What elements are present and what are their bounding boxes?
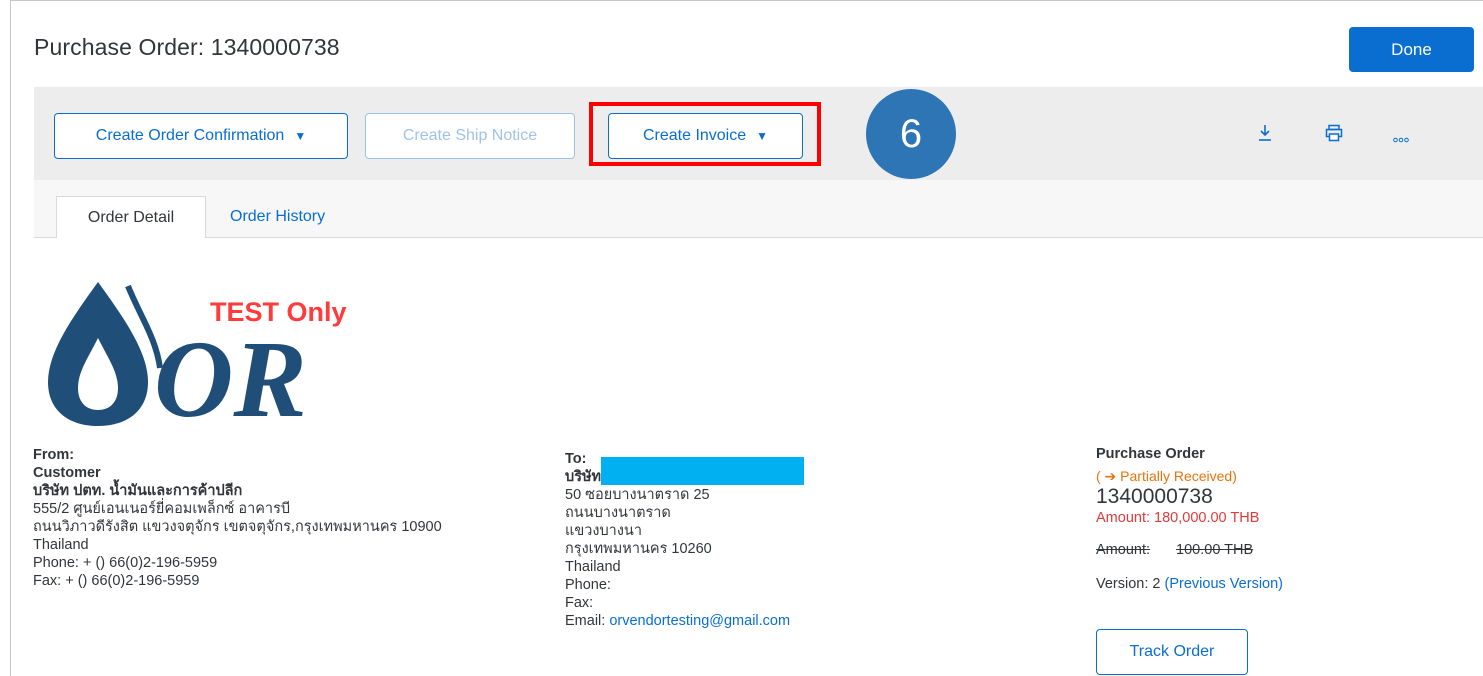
po-heading: Purchase Order: [1096, 446, 1205, 462]
to-address: To: บริษัท 50 ซอยบางนาตราด 25 ถนนบางนาตร…: [565, 450, 855, 630]
from-company: บริษัท ปตท. น้ำมันและการค้าปลีก: [33, 483, 243, 499]
create-order-confirmation-button[interactable]: Create Order Confirmation ▼: [54, 113, 348, 159]
previous-version-link[interactable]: (Previous Version): [1165, 576, 1283, 592]
from-heading: From:: [33, 447, 75, 463]
from-address-line-2: ถนนวิภาวดีรังสิต แขวงจตุจักร เขตจตุจักร,…: [33, 519, 442, 535]
to-country: Thailand: [565, 559, 621, 575]
to-address-line-1: 50 ซอยบางนาตราด 25: [565, 487, 710, 503]
po-version-row: Version: 2 (Previous Version): [1096, 575, 1396, 593]
redacted-block: [601, 457, 805, 485]
page-title: Purchase Order: 1340000738: [34, 34, 340, 60]
caret-down-icon: ▼: [294, 129, 307, 143]
step-badge: 6: [866, 89, 956, 179]
po-old-amount-label: Amount:: [1096, 542, 1150, 558]
to-address-line-2: ถนนบางนาตราด: [565, 505, 671, 521]
to-phone: Phone:: [565, 577, 611, 593]
from-address: From: Customer บริษัท ปตท. น้ำมันและการค…: [33, 446, 523, 590]
from-name: Customer: [33, 465, 101, 481]
to-email-link[interactable]: orvendortesting@gmail.com: [609, 613, 790, 629]
create-order-confirmation-label: Create Order Confirmation: [95, 127, 285, 144]
track-order-button[interactable]: Track Order: [1096, 629, 1248, 675]
done-button[interactable]: Done: [1349, 27, 1474, 72]
tab-order-history[interactable]: Order History: [206, 196, 349, 238]
to-company-row: บริษัท: [565, 457, 855, 486]
to-address-line-3: แขวงบางนา: [565, 523, 642, 539]
po-number: 1340000738: [1096, 485, 1213, 508]
to-email-row: Email: orvendortesting@gmail.com: [565, 612, 855, 630]
logo-brand-text: OR: [154, 318, 307, 428]
from-phone: Phone: + () 66(0)2-196-5959: [33, 555, 218, 571]
to-address-line-4: กรุงเทพมหานคร 10260: [565, 541, 712, 557]
from-address-line-1: 555/2 ศูนย์เอนเนอร์ยี่คอมเพล็กซ์ อาคารบี: [33, 501, 291, 517]
from-fax: Fax: + () 66(0)2-196-5959: [33, 573, 200, 589]
to-company-prefix: บริษัท: [565, 469, 602, 485]
create-ship-notice-button[interactable]: Create Ship Notice: [365, 113, 575, 159]
tab-bar: Order Detail Order History: [34, 180, 1483, 238]
tab-order-detail[interactable]: Order Detail: [56, 196, 206, 238]
po-version: Version: 2: [1096, 576, 1161, 592]
download-icon[interactable]: [1257, 124, 1273, 147]
po-old-amount-value: 100.00 THB: [1176, 542, 1254, 558]
print-icon[interactable]: [1325, 124, 1343, 147]
more-icon[interactable]: [1393, 128, 1409, 149]
po-status[interactable]: ( ➔ Partially Received): [1096, 467, 1396, 485]
to-fax: Fax:: [565, 595, 594, 611]
po-amount: Amount: 180,000.00 THB: [1096, 510, 1260, 526]
test-only-watermark: TEST Only: [210, 297, 347, 327]
po-old-amount-row: Amount: 100.00 THB: [1096, 541, 1396, 559]
from-country: Thailand: [33, 537, 89, 553]
highlight-box: [589, 102, 821, 166]
po-summary: Purchase Order ( ➔ Partially Received) 1…: [1096, 445, 1396, 593]
to-email-label: Email:: [565, 613, 606, 629]
